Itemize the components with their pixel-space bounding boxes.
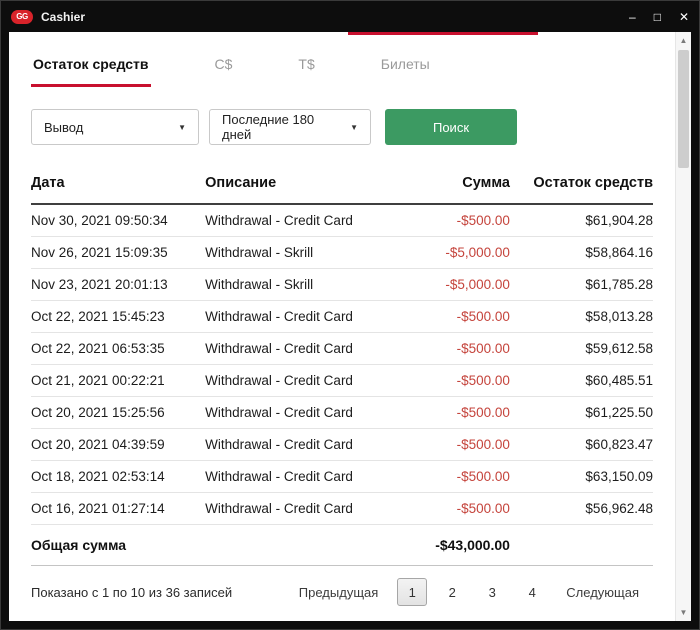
cell-date: Oct 16, 2021 01:27:14 xyxy=(31,492,206,525)
cell-balance: $58,864.16 xyxy=(509,236,653,269)
cell-date: Oct 20, 2021 15:25:56 xyxy=(31,396,206,429)
cell-amount: -$500.00 xyxy=(379,460,510,493)
app-window: GG Cashier – □ ✕ Остаток средств C$ T$ Биле… xyxy=(0,0,700,630)
cell-balance: $61,785.28 xyxy=(509,268,653,301)
cell-balance: $58,013.28 xyxy=(509,300,653,333)
header-balance: Остаток средств xyxy=(509,167,653,205)
scroll-down-icon[interactable]: ▼ xyxy=(680,604,688,621)
table-row: Nov 26, 2021 15:09:35 Withdrawal - Skrill… xyxy=(31,236,653,269)
tab-c-dollar[interactable]: C$ xyxy=(213,48,235,87)
table-row: Oct 22, 2021 06:53:35 Withdrawal - Credit… xyxy=(31,332,653,365)
scrollbar-thumb[interactable] xyxy=(678,50,689,168)
cell-amount: -$500.00 xyxy=(379,428,510,461)
page-button-4[interactable]: 4 xyxy=(517,578,547,606)
cell-date: Oct 21, 2021 00:22:21 xyxy=(31,364,206,397)
transactions-table: Дата Описание Сумма Остаток средств Nov … xyxy=(31,167,653,566)
scrollbar[interactable]: ▲ ▼ xyxy=(675,32,691,621)
cell-amount: -$5,000.00 xyxy=(379,236,510,269)
minimize-icon[interactable]: – xyxy=(629,11,636,23)
cell-date: Nov 30, 2021 09:50:34 xyxy=(31,204,206,237)
header-amount: Сумма xyxy=(379,167,510,205)
transaction-type-select[interactable]: Вывод ▼ xyxy=(31,109,199,145)
table-row: Nov 30, 2021 09:50:34 Withdrawal - Credit… xyxy=(31,204,653,237)
table-row: Oct 16, 2021 01:27:14 Withdrawal - Credit… xyxy=(31,492,653,525)
tab-bar: Остаток средств C$ T$ Билеты xyxy=(31,48,653,87)
cell-date: Oct 22, 2021 15:45:23 xyxy=(31,300,206,333)
cell-date: Nov 23, 2021 20:01:13 xyxy=(31,268,206,301)
cell-description: Withdrawal - Skrill xyxy=(205,268,380,301)
table-header-row: Дата Описание Сумма Остаток средств xyxy=(31,167,653,205)
filter-bar: Вывод ▼ Последние 180 дней ▼ Поиск xyxy=(31,109,653,145)
next-page-button[interactable]: Следующая xyxy=(552,585,653,600)
cell-date: Nov 26, 2021 15:09:35 xyxy=(31,236,206,269)
pagination-bar: Показано с 1 по 10 из 36 записей Предыду… xyxy=(31,578,653,606)
chevron-down-icon: ▼ xyxy=(350,122,358,132)
page-buttons: 1234 xyxy=(392,578,552,606)
cell-description: Withdrawal - Credit Card xyxy=(205,300,380,333)
total-amount: -$43,000.00 xyxy=(379,524,510,566)
cell-balance: $56,962.48 xyxy=(509,492,653,525)
cell-balance: $60,823.47 xyxy=(509,428,653,461)
pagination-info: Показано с 1 по 10 из 36 записей xyxy=(31,584,233,600)
close-icon[interactable]: ✕ xyxy=(679,11,689,23)
table-row: Oct 22, 2021 15:45:23 Withdrawal - Credit… xyxy=(31,300,653,333)
window-title: Cashier xyxy=(41,9,86,24)
main-panel: Остаток средств C$ T$ Билеты Вывод ▼ Послед… xyxy=(9,32,675,621)
cell-balance: $61,225.50 xyxy=(509,396,653,429)
cell-amount: -$500.00 xyxy=(379,300,510,333)
cell-date: Oct 20, 2021 04:39:59 xyxy=(31,428,206,461)
cell-description: Withdrawal - Credit Card xyxy=(205,364,380,397)
window-controls: – □ ✕ xyxy=(629,11,689,23)
cell-description: Withdrawal - Credit Card xyxy=(205,460,380,493)
cell-description: Withdrawal - Credit Card xyxy=(205,396,380,429)
previous-page-button[interactable]: Предыдущая xyxy=(285,585,393,600)
cell-date: Oct 22, 2021 06:53:35 xyxy=(31,332,206,365)
chevron-down-icon: ▼ xyxy=(178,122,186,132)
table-row: Nov 23, 2021 20:01:13 Withdrawal - Skrill… xyxy=(31,268,653,301)
total-label: Общая сумма xyxy=(31,524,380,566)
cell-amount: -$5,000.00 xyxy=(379,268,510,301)
table-row: Oct 20, 2021 04:39:59 Withdrawal - Credit… xyxy=(31,428,653,461)
cell-description: Withdrawal - Credit Card xyxy=(205,492,380,525)
titlebar: GG Cashier – □ ✕ xyxy=(1,1,699,32)
page-button-1[interactable]: 1 xyxy=(397,578,428,606)
cell-balance: $59,612.58 xyxy=(509,332,653,365)
cell-amount: -$500.00 xyxy=(379,492,510,525)
header-date: Дата xyxy=(31,167,206,205)
cell-balance: $63,150.09 xyxy=(509,460,653,493)
search-button[interactable]: Поиск xyxy=(385,109,517,145)
table-row: Oct 18, 2021 02:53:14 Withdrawal - Credit… xyxy=(31,460,653,493)
cell-balance: $61,904.28 xyxy=(509,204,653,237)
app-logo-icon: GG xyxy=(11,9,33,24)
cell-description: Withdrawal - Credit Card xyxy=(205,204,380,237)
cell-date: Oct 18, 2021 02:53:14 xyxy=(31,460,206,493)
cell-amount: -$500.00 xyxy=(379,204,510,237)
cell-description: Withdrawal - Skrill xyxy=(205,236,380,269)
header-description: Описание xyxy=(205,167,380,205)
period-select[interactable]: Последние 180 дней ▼ xyxy=(209,109,371,145)
page-button-3[interactable]: 3 xyxy=(477,578,507,606)
tab-balance[interactable]: Остаток средств xyxy=(31,48,151,87)
cell-description: Withdrawal - Credit Card xyxy=(205,428,380,461)
cashier-content: Остаток средств C$ T$ Билеты Вывод ▼ Послед… xyxy=(9,32,691,621)
page-button-2[interactable]: 2 xyxy=(437,578,467,606)
cell-amount: -$500.00 xyxy=(379,396,510,429)
transaction-type-value: Вывод xyxy=(44,119,84,135)
table-row: Oct 20, 2021 15:25:56 Withdrawal - Credit… xyxy=(31,396,653,429)
period-value: Последние 180 дней xyxy=(222,112,315,142)
cell-amount: -$500.00 xyxy=(379,332,510,365)
cell-amount: -$500.00 xyxy=(379,364,510,397)
cell-description: Withdrawal - Credit Card xyxy=(205,332,380,365)
scroll-up-icon[interactable]: ▲ xyxy=(680,32,688,49)
cell-balance: $60,485.51 xyxy=(509,364,653,397)
tab-t-dollar[interactable]: T$ xyxy=(296,48,316,87)
maximize-icon[interactable]: □ xyxy=(654,11,661,23)
table-body: Nov 30, 2021 09:50:34 Withdrawal - Credit… xyxy=(31,204,653,525)
tab-tickets[interactable]: Билеты xyxy=(379,48,432,87)
total-spacer xyxy=(509,524,653,566)
table-row: Oct 21, 2021 00:22:21 Withdrawal - Credit… xyxy=(31,364,653,397)
total-row: Общая сумма -$43,000.00 xyxy=(31,524,653,566)
